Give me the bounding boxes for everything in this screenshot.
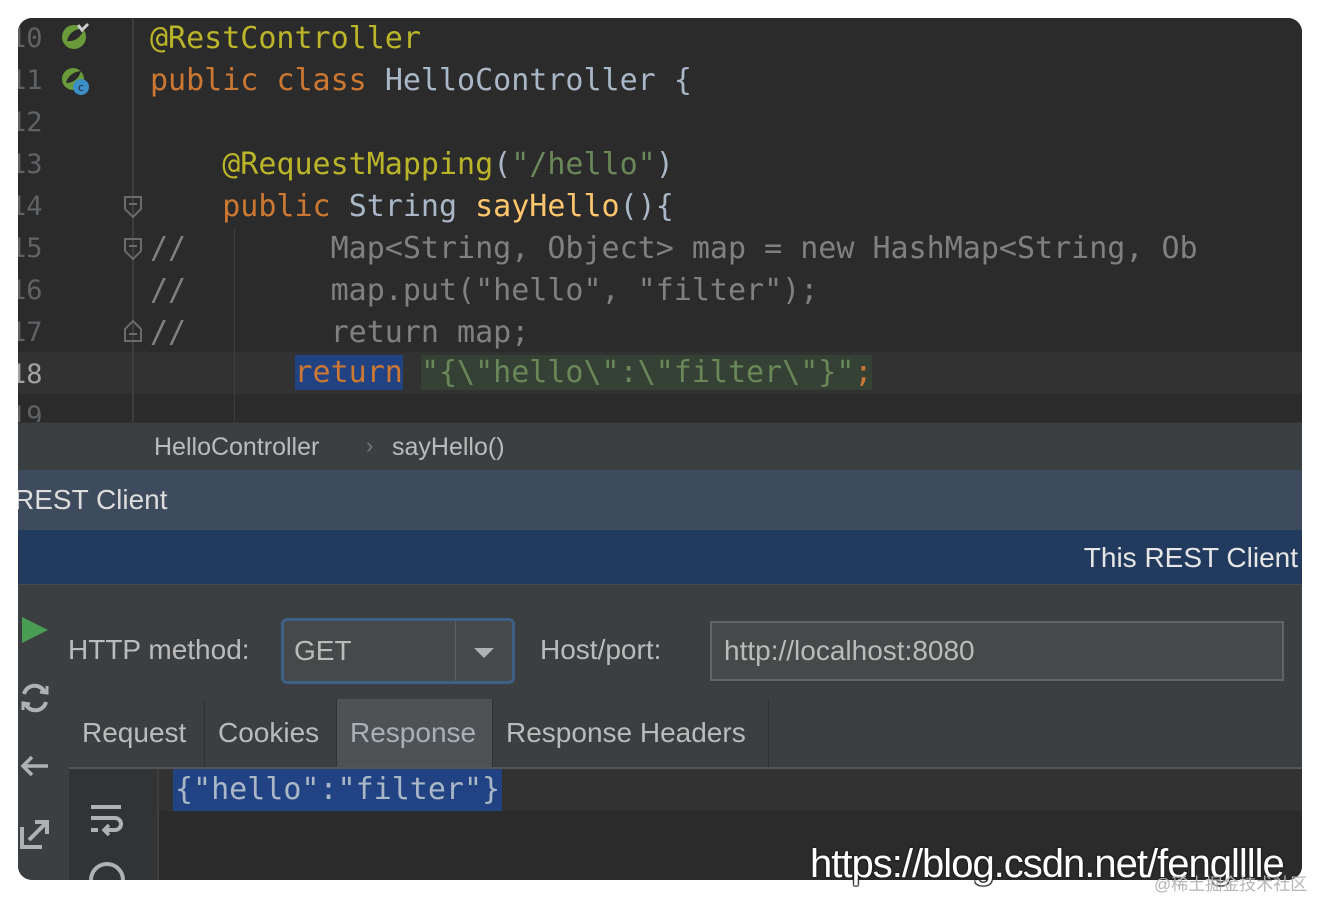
comment-line[interactable]: // map.put("hello", "filter"); (150, 270, 818, 312)
line-number: 12 (18, 107, 43, 138)
code-line[interactable]: @RestController (150, 18, 421, 60)
line-number-current: 18 (18, 359, 43, 390)
breadcrumb: HelloController › sayHello() (18, 422, 1302, 471)
response-body[interactable]: {"hello":"filter"} (173, 769, 503, 811)
semicolon: ; (854, 355, 873, 390)
http-method-label: HTTP method: (68, 634, 250, 665)
comment-line[interactable]: // Map<String, Object> map = new HashMap… (150, 228, 1198, 270)
refresh-icon[interactable] (18, 681, 52, 715)
keyword: public (222, 189, 331, 224)
comment-line[interactable]: // return map; (150, 312, 529, 354)
http-method-value: GET (294, 635, 352, 666)
scroll-icon[interactable] (87, 859, 127, 880)
tab-response[interactable]: Response (337, 699, 493, 767)
breadcrumb-class[interactable]: HelloController (154, 423, 319, 471)
tool-window-title: REST Client (18, 484, 168, 515)
run-icon[interactable] (18, 613, 52, 647)
paren: ( (493, 147, 512, 182)
fold-icon[interactable] (123, 195, 143, 219)
code-line[interactable]: public class HelloController { (150, 60, 692, 102)
response-tabs: Request Cookies Response Response Header… (69, 699, 1302, 769)
tab-response-headers[interactable]: Response Headers (493, 699, 769, 767)
spring-bean-icon[interactable] (60, 22, 90, 52)
fold-icon[interactable] (123, 237, 143, 261)
line-number: 13 (18, 149, 43, 180)
line-number: 19 (18, 401, 43, 422)
watermark-sub: @稀土掘金技术社区 (1154, 875, 1308, 894)
host-port-label: Host/port: (540, 634, 662, 665)
svg-text:c: c (78, 81, 84, 94)
code-editor[interactable]: 10 11 12 13 14 15 16 17 18 19 c @RestCon… (18, 18, 1302, 422)
line-number: 16 (18, 275, 43, 306)
annotation: @RestController (150, 21, 421, 56)
line-number: 10 (18, 23, 43, 54)
type-name: String (348, 189, 458, 224)
http-method-select[interactable]: GET (281, 618, 515, 684)
string-literal: "/hello" (511, 147, 656, 182)
keyword: public (150, 63, 259, 98)
method-signature-rest: (){ (619, 189, 674, 224)
back-arrow-icon[interactable] (18, 749, 52, 783)
line-number: 15 (18, 233, 43, 264)
annotation: @RequestMapping (222, 147, 494, 182)
ide-window: 10 11 12 13 14 15 16 17 18 19 c @RestCon… (18, 18, 1302, 880)
breadcrumb-separator-icon: › (366, 433, 374, 458)
dropdown-arrow-icon[interactable] (455, 621, 512, 681)
gutter-separator (132, 18, 134, 422)
tab-request[interactable]: Request (69, 699, 205, 767)
export-icon[interactable] (18, 817, 52, 851)
code-line[interactable]: public String sayHello(){ (150, 186, 674, 228)
code-line[interactable]: @RequestMapping("/hello") (150, 144, 674, 186)
brace: { (673, 63, 692, 98)
response-gutter (69, 769, 159, 880)
fold-icon[interactable] (123, 319, 143, 343)
tab-cookies[interactable]: Cookies (205, 699, 337, 767)
soft-wrap-icon[interactable] (87, 799, 127, 839)
host-port-input[interactable] (710, 621, 1284, 681)
keyword-selected: return (294, 355, 403, 390)
banner-text: This REST Client (1083, 542, 1298, 573)
breadcrumb-method[interactable]: sayHello() (392, 423, 505, 471)
tool-window-title-bar[interactable]: REST Client (18, 470, 1302, 530)
paren: ) (655, 147, 674, 182)
notification-banner: This REST Client (18, 530, 1302, 585)
line-number: 17 (18, 317, 43, 348)
method-name: sayHello (475, 189, 620, 224)
string-literal: "{\"hello\":\"filter\"}" (420, 355, 855, 390)
keyword: class (276, 63, 367, 98)
spring-class-icon[interactable]: c (60, 66, 90, 96)
class-name: HelloController (384, 63, 656, 98)
line-number: 14 (18, 191, 43, 222)
code-line[interactable]: return "{\"hello\":\"filter\"}"; (150, 352, 873, 394)
line-number: 11 (18, 65, 43, 96)
rest-client-panel: HTTP method: GET Host/port: Request Cook… (18, 585, 1302, 880)
